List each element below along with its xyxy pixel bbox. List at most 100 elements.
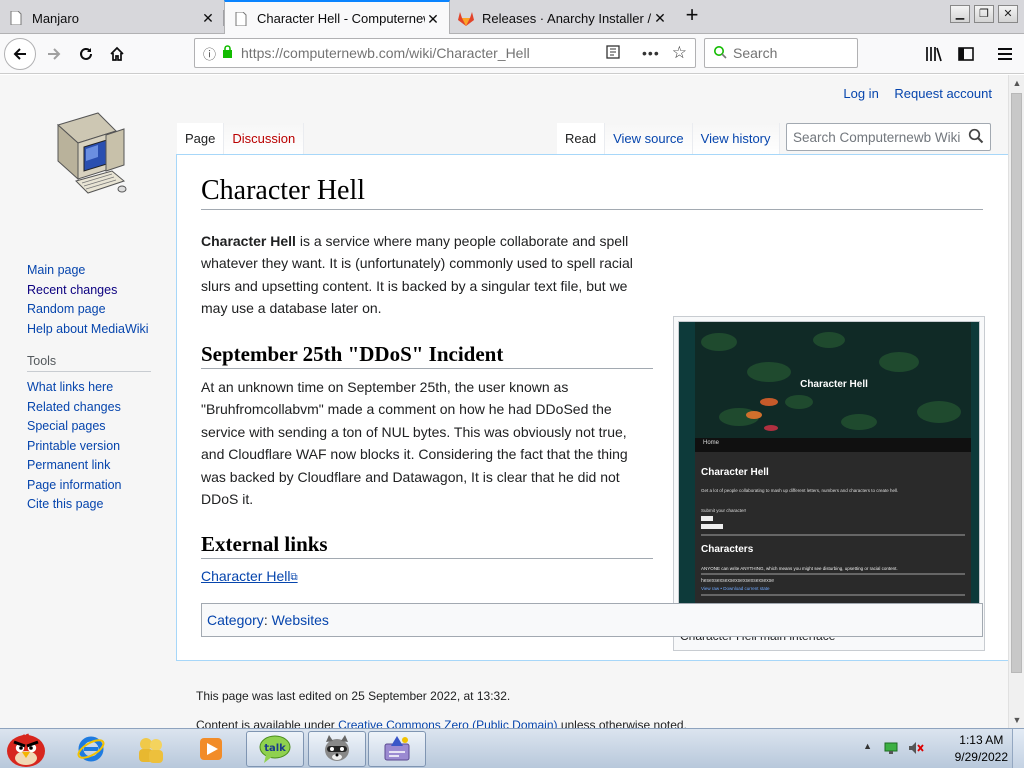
category-links: Category: Websites <box>201 603 983 637</box>
nav-recent-changes[interactable]: Recent changes <box>27 281 149 301</box>
browser-search-box[interactable]: Search <box>704 38 858 68</box>
start-button[interactable] <box>0 731 52 767</box>
scrollbar-thumb[interactable] <box>1011 93 1022 673</box>
intro-paragraph: Character Hell is a service where many p… <box>201 230 653 320</box>
browser-tab-anarchy-releases[interactable]: Releases · Anarchy Installer / ... ✕ <box>450 2 676 34</box>
tool-related-changes[interactable]: Related changes <box>27 398 151 418</box>
nav-main-page[interactable]: Main page <box>27 261 149 281</box>
show-hidden-icons-icon[interactable]: ▲ <box>863 741 872 751</box>
wizard-icon <box>384 736 410 761</box>
taskbar-ie[interactable] <box>62 731 120 767</box>
bookmark-star-icon[interactable]: ☆ <box>672 43 687 63</box>
raccoon-icon <box>325 735 349 761</box>
back-button[interactable] <box>4 38 36 70</box>
show-desktop-button[interactable] <box>1012 729 1024 768</box>
namespace-tabs: Page Discussion <box>177 123 305 155</box>
external-link-icon: ⧉ <box>290 572 298 583</box>
angry-bird-icon <box>7 733 45 767</box>
tab-view-history[interactable]: View history <box>692 123 780 155</box>
login-link[interactable]: Log in <box>843 86 878 101</box>
shot-warning: ANYONE can write ANYTHING, which means y… <box>701 566 898 571</box>
screenshot-image[interactable]: Character Hell Home Character Hell Get a… <box>678 321 980 627</box>
lock-icon <box>222 45 233 61</box>
taskbar-media-player[interactable] <box>182 731 240 767</box>
home-button[interactable] <box>103 40 131 68</box>
external-link-character-hell[interactable]: Character Hell⧉ <box>201 568 298 584</box>
close-icon[interactable]: ✕ <box>652 10 668 26</box>
page-icon <box>233 11 249 27</box>
shot-desc: Get a lot of people collaborating to mas… <box>701 488 899 493</box>
sidebar-toggle-button[interactable] <box>952 40 980 68</box>
scroll-down-arrow-icon[interactable]: ▼ <box>1009 712 1024 728</box>
thumbnail: Character Hell Home Character Hell Get a… <box>673 316 985 651</box>
clock-date: 9/29/2022 <box>954 750 1008 764</box>
info-icon[interactable]: ⓘ <box>203 44 216 63</box>
shot-links: View raw • Download current state <box>701 586 770 591</box>
volume-muted-icon[interactable] <box>908 741 924 758</box>
browser-tab-manjaro[interactable]: Manjaro ✕ <box>0 2 224 34</box>
search-placeholder: Search <box>733 45 778 61</box>
clock[interactable]: 1:13 AM 9/29/2022 <box>955 732 1008 766</box>
wiki-search-input[interactable]: Search Computernewb Wiki <box>786 123 991 151</box>
tab-discussion[interactable]: Discussion <box>224 123 305 155</box>
page-scrollbar[interactable]: ▲ ▼ <box>1008 75 1024 728</box>
close-icon[interactable]: ✕ <box>425 11 441 27</box>
svg-text:talk: talk <box>264 743 286 754</box>
tools-portal: Tools What links here Related changes Sp… <box>27 354 151 515</box>
nav-random-page[interactable]: Random page <box>27 300 149 320</box>
tool-special-pages[interactable]: Special pages <box>27 417 151 437</box>
contacts-icon <box>139 738 163 763</box>
taskbar-raccoon[interactable] <box>308 731 366 767</box>
license-link[interactable]: Creative Commons Zero (Public Domain) <box>338 718 557 728</box>
close-icon[interactable]: ✕ <box>200 10 216 26</box>
new-tab-button[interactable]: + <box>680 4 704 28</box>
shot-submit-label: Submit your character! <box>701 508 747 513</box>
address-bar[interactable]: ⓘ https://computernewb.com/wiki/Characte… <box>194 38 696 68</box>
arrow-right-icon <box>48 48 61 60</box>
browser-tab-character-hell[interactable]: Character Hell - Computernewb ✕ <box>224 0 450 35</box>
search-icon[interactable] <box>968 128 984 147</box>
taskbar-contacts[interactable] <box>122 731 180 767</box>
shot-banner-title: Character Hell <box>800 379 868 390</box>
tool-page-information[interactable]: Page information <box>27 476 151 496</box>
reload-icon <box>80 47 92 60</box>
tool-permanent-link[interactable]: Permanent link <box>27 456 151 476</box>
section-ddos-text: At an unknown time on September 25th, th… <box>201 379 628 508</box>
page-actions-icon[interactable]: ••• <box>642 45 660 61</box>
talk-icon: talk <box>259 735 291 763</box>
shot-sample: hesexsexsexsexsexsexsexsexse <box>701 578 775 584</box>
reload-button[interactable] <box>72 40 100 68</box>
taskbar-wizard[interactable] <box>368 731 426 767</box>
page-icon <box>8 10 24 26</box>
tab-page[interactable]: Page <box>177 123 225 155</box>
library-button[interactable] <box>920 40 948 68</box>
scroll-up-arrow-icon[interactable]: ▲ <box>1009 75 1024 91</box>
footer-license: Content is available under Creative Comm… <box>196 718 687 728</box>
tool-cite-this-page[interactable]: Cite this page <box>27 495 151 515</box>
request-account-link[interactable]: Request account <box>894 86 992 101</box>
media-player-icon <box>200 738 222 760</box>
tool-what-links-here[interactable]: What links here <box>27 378 151 398</box>
main-content: Character Hell Character Hell is a servi… <box>176 154 1008 661</box>
category-colon: : <box>263 612 272 628</box>
nav-help[interactable]: Help about MediaWiki <box>27 320 149 340</box>
section-external-links-heading: External links <box>201 532 653 559</box>
menu-button[interactable] <box>991 40 1019 68</box>
maximize-button[interactable]: ❐ <box>974 5 994 23</box>
tool-printable-version[interactable]: Printable version <box>27 437 151 457</box>
wiki-logo[interactable] <box>50 109 130 199</box>
internet-explorer-icon <box>77 736 105 762</box>
tab-read[interactable]: Read <box>557 123 606 155</box>
forward-button[interactable] <box>40 40 68 68</box>
tools-heading: Tools <box>27 354 151 372</box>
close-window-button[interactable]: ✕ <box>998 5 1018 23</box>
personal-tools: Log in Request account <box>831 86 992 101</box>
network-icon[interactable] <box>884 741 898 758</box>
category-websites-link[interactable]: Websites <box>272 612 329 628</box>
tab-view-source[interactable]: View source <box>605 123 693 155</box>
taskbar-talk[interactable]: talk <box>246 731 304 767</box>
reader-view-icon[interactable] <box>606 44 620 62</box>
minimize-button[interactable]: ▁ <box>950 5 970 23</box>
category-label-link[interactable]: Category <box>207 612 264 628</box>
intro-bold: Character Hell <box>201 233 296 249</box>
